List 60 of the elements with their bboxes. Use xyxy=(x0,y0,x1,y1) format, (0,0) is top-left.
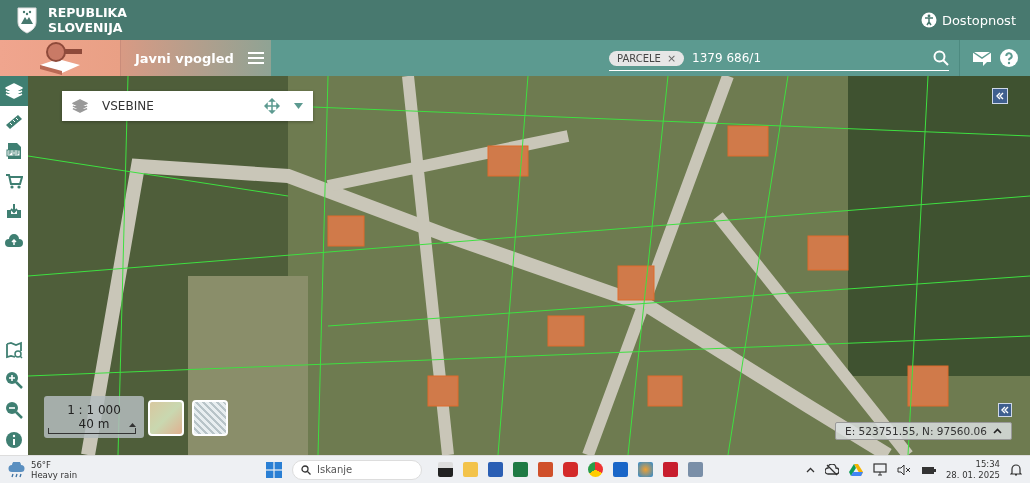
country-name-line: SLOVENIJA xyxy=(48,20,124,35)
expand-button[interactable] xyxy=(998,403,1012,417)
info-icon xyxy=(5,431,23,449)
cloud-upload-icon xyxy=(5,232,23,250)
caret-icon[interactable] xyxy=(129,423,136,427)
clock-date: 28. 01. 2025 xyxy=(945,469,1000,481)
start-button-icon[interactable] xyxy=(266,461,282,478)
search-placeholder: Iskanje xyxy=(317,464,353,475)
layers-tool-button[interactable] xyxy=(0,76,28,106)
base-map-thumbnail[interactable] xyxy=(148,400,184,436)
ruler-icon xyxy=(5,112,23,130)
search-input[interactable]: 1379 686/1 xyxy=(690,50,927,66)
accessibility-icon xyxy=(920,12,937,28)
weather-temperature: 56°F xyxy=(31,459,52,470)
task-view-icon[interactable] xyxy=(438,462,453,477)
help-icon xyxy=(1000,49,1018,67)
menu-icon xyxy=(247,52,264,64)
weather-cloud-rain-icon xyxy=(8,461,26,478)
coordinates-text: E: 523751.55, N: 97560.06 xyxy=(845,425,987,437)
clock-time: 15:34 xyxy=(975,458,1000,470)
chevron-up-icon[interactable] xyxy=(992,428,1002,434)
zoom-in-icon xyxy=(5,371,23,389)
country-name-line: REPUBLIKA xyxy=(48,5,127,20)
monitor-icon[interactable] xyxy=(872,463,887,476)
double-chevron-icon xyxy=(1001,406,1009,414)
search-button[interactable] xyxy=(933,50,949,66)
help-button[interactable] xyxy=(1000,49,1018,67)
base-map-thumbnail[interactable] xyxy=(192,400,228,436)
layers-icon xyxy=(72,98,88,114)
chip-remove-button[interactable]: × xyxy=(666,51,677,65)
battery-icon[interactable] xyxy=(920,464,936,475)
weather-condition: Heavy rain xyxy=(31,469,78,480)
double-chevron-icon xyxy=(996,92,1004,100)
move-handle-icon[interactable] xyxy=(264,98,280,114)
cloud-off-icon[interactable] xyxy=(824,463,839,476)
panel-title: VSEBINE xyxy=(102,99,155,113)
filter-chip: PARCELE × xyxy=(609,50,685,66)
accessibility-link[interactable]: Dostopnost xyxy=(920,12,1016,28)
coat-of-arms-icon xyxy=(16,6,38,34)
envelope-icon xyxy=(972,49,992,67)
scale-distance: 40 m xyxy=(78,417,110,431)
collapse-button[interactable] xyxy=(992,88,1008,104)
drive-icon[interactable] xyxy=(848,463,863,476)
taskbar-search-field[interactable]: Iskanje xyxy=(292,459,422,480)
menu-button[interactable] xyxy=(247,52,264,64)
layers-icon xyxy=(5,82,23,100)
cart-icon xyxy=(5,172,23,190)
scale-ratio: 1 : 1 000 xyxy=(67,403,121,417)
chevron-up-icon[interactable] xyxy=(805,466,815,473)
dropdown-caret-icon[interactable] xyxy=(294,103,303,109)
map-search-icon xyxy=(5,341,23,359)
speaker-muted-icon[interactable] xyxy=(896,463,911,476)
search-icon xyxy=(301,464,311,475)
pdf-file-icon xyxy=(5,142,23,160)
feedback-button[interactable] xyxy=(972,49,992,67)
search-icon xyxy=(933,50,949,66)
zoom-out-icon xyxy=(5,401,23,419)
notification-bell-icon[interactable] xyxy=(1010,463,1022,476)
download-tray-icon xyxy=(5,202,23,220)
app-title: Javni vpogled xyxy=(135,50,234,66)
